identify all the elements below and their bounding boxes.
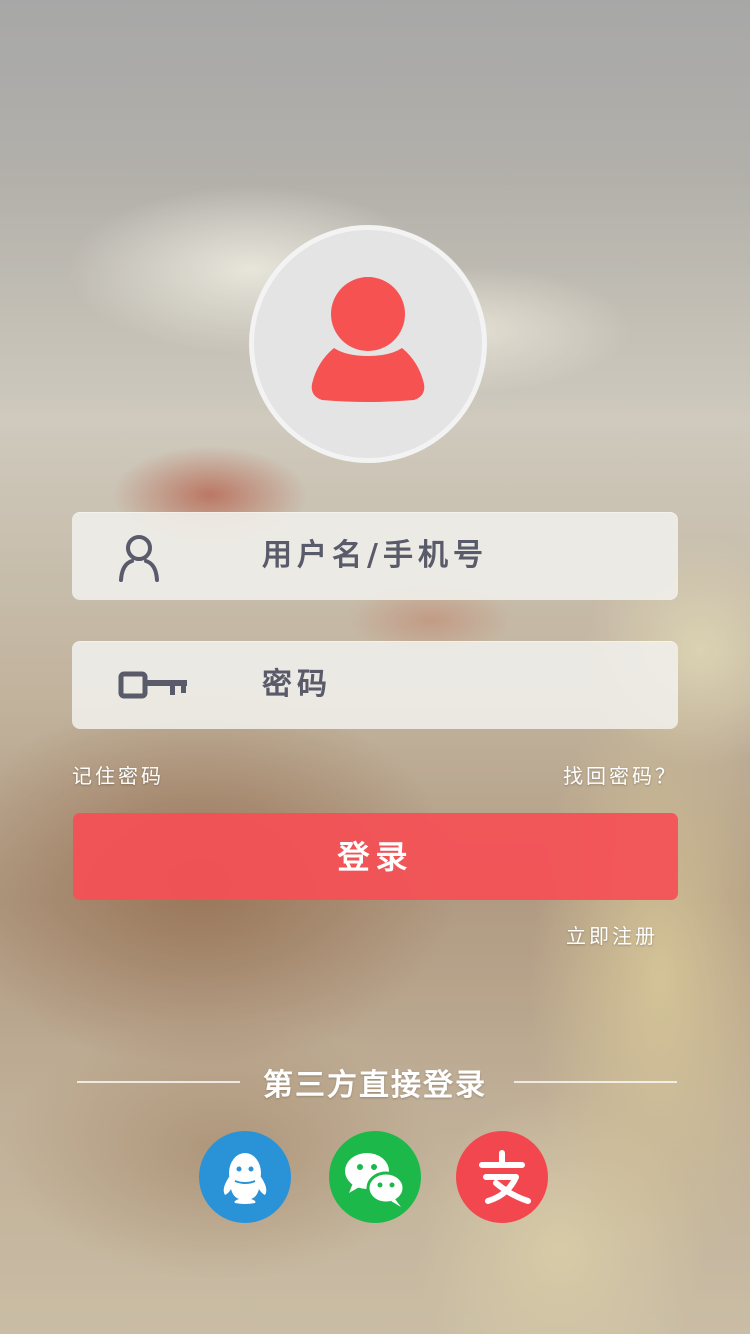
qq-login-button[interactable]: [199, 1131, 291, 1223]
wechat-icon: [345, 1153, 406, 1207]
forgot-password-link[interactable]: 找回密码？: [563, 760, 678, 789]
remember-password-toggle[interactable]: 记住密码: [72, 760, 164, 789]
username-placeholder: 用户名/手机号: [262, 538, 488, 573]
password-field[interactable]: 密码: [72, 641, 678, 729]
password-placeholder: 密码: [262, 667, 332, 702]
qq-icon: [223, 1153, 267, 1204]
username-field[interactable]: 用户名/手机号: [72, 512, 678, 600]
alipay-icon: [479, 1150, 531, 1204]
avatar: [249, 225, 487, 463]
user-avatar-icon: [311, 277, 425, 402]
key-icon: [118, 671, 190, 705]
divider-right: [514, 1081, 677, 1083]
wechat-login-button[interactable]: [329, 1131, 421, 1223]
alipay-login-button[interactable]: [456, 1131, 548, 1223]
register-link[interactable]: 立即注册: [566, 920, 658, 949]
user-icon: [118, 534, 160, 586]
login-button[interactable]: 登录: [73, 813, 678, 900]
